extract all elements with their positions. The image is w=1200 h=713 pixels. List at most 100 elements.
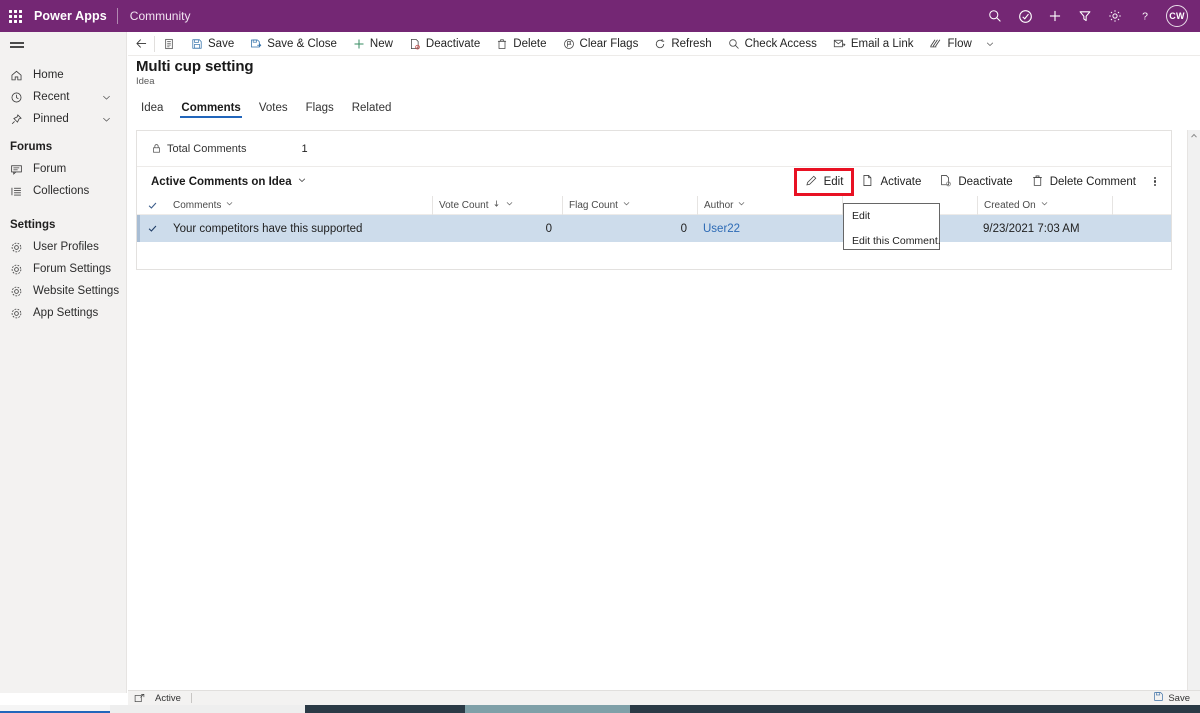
- check-access-label: Check Access: [744, 37, 817, 50]
- scrollbar-thumb[interactable]: [465, 705, 630, 713]
- horizontal-scrollbar[interactable]: [0, 705, 1200, 713]
- chevron-down-icon[interactable]: [505, 199, 514, 211]
- chevron-down-icon[interactable]: [1040, 199, 1049, 211]
- save-button[interactable]: Save: [183, 32, 242, 56]
- sidebar-item-label: App Settings: [33, 307, 99, 319]
- cell-comment[interactable]: Your competitors have this supported: [167, 215, 432, 243]
- column-header-created-on[interactable]: Created On: [977, 195, 1112, 215]
- check-access-icon: [728, 38, 740, 50]
- sort-descending-icon: [492, 199, 501, 211]
- save-and-close-button[interactable]: Save & Close: [242, 32, 345, 56]
- filter-icon[interactable]: [1070, 0, 1100, 32]
- help-icon[interactable]: ?: [1130, 0, 1160, 32]
- record-entity-name: Idea: [136, 76, 155, 87]
- clear-flags-label: Clear Flags: [579, 37, 639, 50]
- sidebar-item-forum[interactable]: Forum: [0, 158, 126, 180]
- gear-icon[interactable]: [1100, 0, 1130, 32]
- chevron-down-icon[interactable]: [622, 199, 631, 211]
- form-selector-button[interactable]: [155, 32, 183, 56]
- delete-button[interactable]: Delete: [488, 32, 554, 56]
- brand-title[interactable]: Power Apps: [30, 9, 117, 23]
- view-selector[interactable]: Active Comments on Idea: [151, 175, 307, 188]
- tooltip-body: Edit this Comment.: [852, 235, 941, 247]
- new-button[interactable]: New: [345, 32, 401, 56]
- sidebar-item-label: Website Settings: [33, 285, 120, 297]
- column-header-label: Created On: [984, 199, 1036, 211]
- check-access-button[interactable]: Check Access: [720, 32, 825, 56]
- table-row[interactable]: Your competitors have this supported 0 0…: [137, 215, 1171, 243]
- environment-name[interactable]: Community: [118, 9, 191, 23]
- sitemap-toggle-icon[interactable]: [0, 32, 126, 58]
- edit-button[interactable]: Edit: [793, 167, 855, 196]
- plus-icon[interactable]: [1040, 0, 1070, 32]
- global-header: Power Apps Community ? CW: [0, 0, 1200, 32]
- sidebar-item-app-settings[interactable]: App Settings: [0, 302, 126, 324]
- back-button[interactable]: [128, 32, 154, 56]
- total-comments-label: Total Comments: [167, 142, 247, 155]
- column-header-flag-count[interactable]: Flag Count: [562, 195, 697, 215]
- sidebar-item-recent[interactable]: Recent: [0, 86, 126, 108]
- app-launcher-icon[interactable]: [0, 9, 30, 23]
- email-a-link-label: Email a Link: [850, 37, 914, 50]
- sidebar-item-label: Forum: [33, 163, 67, 175]
- gear-icon: [10, 307, 28, 320]
- flow-button[interactable]: Flow: [921, 32, 1002, 56]
- clear-flags-button[interactable]: Clear Flags: [555, 32, 647, 56]
- content-vertical-scrollbar[interactable]: [1187, 130, 1200, 693]
- chevron-down-icon[interactable]: [101, 114, 112, 125]
- assistant-icon[interactable]: [1010, 0, 1040, 32]
- chevron-down-icon[interactable]: [225, 199, 234, 211]
- chevron-down-icon[interactable]: [101, 92, 112, 103]
- status-save-button[interactable]: Save: [1153, 691, 1200, 705]
- clock-icon: [10, 91, 28, 104]
- gear-icon: [10, 285, 28, 298]
- scrollbar-left-marker: [0, 705, 110, 713]
- tab-related[interactable]: Related: [343, 102, 401, 118]
- tab-votes[interactable]: Votes: [250, 102, 297, 118]
- email-a-link-button[interactable]: Email a Link: [825, 32, 922, 56]
- scrollbar-track[interactable]: [305, 705, 1200, 713]
- chevron-down-icon[interactable]: [737, 199, 746, 211]
- scroll-up-icon[interactable]: [1188, 130, 1200, 142]
- activate-button[interactable]: Activate: [852, 170, 930, 194]
- comments-grid: Comments Vote Count Flag Count Author Cr…: [137, 195, 1171, 243]
- sidebar-item-label: Recent: [33, 91, 70, 103]
- sidebar-item-home[interactable]: Home: [0, 64, 126, 86]
- row-checkbox[interactable]: [137, 223, 167, 234]
- sidebar-item-pinned[interactable]: Pinned: [0, 108, 126, 130]
- author-link[interactable]: User22: [703, 223, 740, 235]
- view-selector-label: Active Comments on Idea: [151, 175, 292, 188]
- overflow-menu-icon[interactable]: [1145, 170, 1165, 194]
- sidebar-item-collections[interactable]: Collections: [0, 180, 126, 202]
- tab-idea[interactable]: Idea: [136, 102, 172, 118]
- command-bar: Save Save & Close New Deactivate Delete: [128, 32, 1200, 56]
- chevron-down-icon[interactable]: [297, 175, 307, 188]
- avatar[interactable]: CW: [1166, 5, 1188, 27]
- column-header-label: Comments: [173, 199, 222, 211]
- status-divider: [190, 693, 192, 703]
- select-all-checkbox[interactable]: [137, 200, 167, 211]
- column-header-comments[interactable]: Comments: [167, 196, 432, 215]
- cell-vote-count: 0: [545, 222, 552, 235]
- sidebar-item-website-settings[interactable]: Website Settings: [0, 280, 126, 302]
- page-title: Multi cup setting: [136, 58, 254, 75]
- delete-comment-button[interactable]: Delete Comment: [1022, 170, 1145, 194]
- subgrid-toolbar: Active Comments on Idea Edit Activate De…: [137, 167, 1171, 196]
- refresh-button[interactable]: Refresh: [646, 32, 719, 56]
- chevron-down-icon[interactable]: [985, 39, 995, 49]
- app-root: Power Apps Community ? CW Home Recent Pi…: [0, 0, 1200, 713]
- deactivate-button[interactable]: Deactivate: [401, 32, 488, 56]
- column-header-author[interactable]: Author: [697, 195, 842, 215]
- deactivate-button[interactable]: Deactivate: [930, 170, 1021, 194]
- edit-button-label: Edit: [823, 175, 844, 188]
- search-icon[interactable]: [980, 0, 1010, 32]
- sidebar-item-forum-settings[interactable]: Forum Settings: [0, 258, 126, 280]
- clear-flags-icon: [563, 38, 575, 50]
- tab-flags[interactable]: Flags: [297, 102, 343, 118]
- column-header-label: Author: [704, 199, 734, 211]
- sidebar-item-label: User Profiles: [33, 241, 99, 253]
- tab-comments[interactable]: Comments: [172, 102, 249, 118]
- column-header-vote-count[interactable]: Vote Count: [432, 195, 562, 215]
- flow-icon: [929, 37, 942, 50]
- sidebar-item-user-profiles[interactable]: User Profiles: [0, 236, 126, 258]
